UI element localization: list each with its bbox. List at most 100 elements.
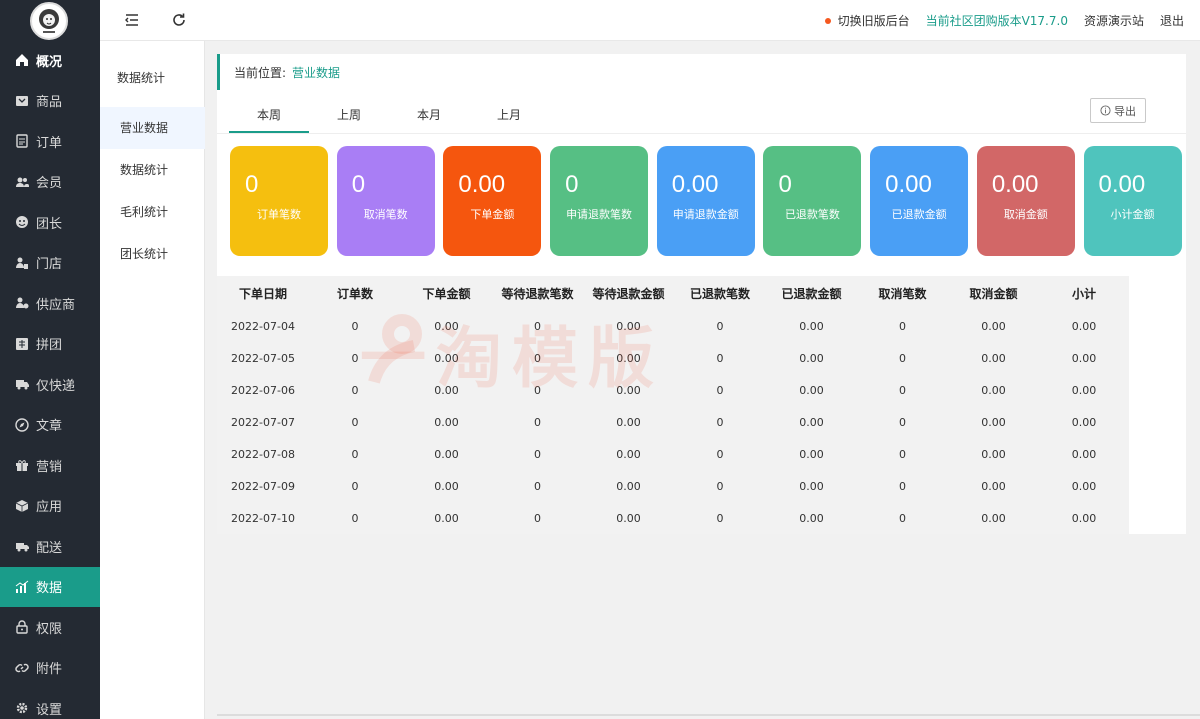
export-button[interactable]: 导出 — [1090, 98, 1146, 123]
table-cell: 0.00 — [799, 383, 824, 397]
demo-site-link[interactable]: 资源演示站 — [1084, 12, 1144, 29]
sidebar-item-5[interactable]: 门店 — [0, 243, 100, 284]
sub-nav-item-1[interactable]: 数据统计 — [100, 149, 205, 191]
table-cell: 0.00 — [434, 447, 459, 461]
sidebar-item-9[interactable]: 文章 — [0, 405, 100, 446]
tab-period-0[interactable]: 本周 — [229, 103, 309, 133]
sidebar-item-0[interactable]: 概况 — [0, 40, 100, 81]
sub-sidebar-title: 数据统计 — [117, 71, 166, 85]
table-cell: 0 — [351, 319, 359, 333]
column-header: 订单数 — [336, 286, 373, 301]
switch-old-admin-link[interactable]: 切换旧版后台 — [838, 12, 910, 29]
tab-period-3[interactable]: 上月 — [469, 103, 549, 133]
sub-nav-item-2[interactable]: 毛利统计 — [100, 191, 205, 233]
version-label[interactable]: 当前社区团购版本V17.7.0 — [926, 12, 1068, 29]
group-buy-icon — [15, 337, 29, 351]
tabs-divider — [217, 133, 1186, 134]
table-cell: 2022-07-07 — [231, 415, 295, 429]
sidebar-item-10[interactable]: 营销 — [0, 445, 100, 486]
sidebar-item-8[interactable]: 仅快递 — [0, 364, 100, 405]
sidebar-item-15[interactable]: 附件 — [0, 648, 100, 689]
table-cell: 0.00 — [1071, 511, 1097, 525]
column-header: 已退款金额 — [781, 286, 842, 301]
card-value: 0.00 — [458, 171, 506, 198]
table-cell: 0.00 — [981, 383, 1006, 397]
table-cell: 0.00 — [799, 319, 824, 333]
sidebar-item-label: 门店 — [36, 257, 63, 273]
table-row: 2022-07-06 0 0.00 0 0.00 0 0.00 0 0.00 0.00 — [217, 374, 1129, 406]
summary-card: 0.00 下单金额 — [443, 146, 542, 256]
card-label: 申请退款金额 — [672, 208, 739, 221]
sidebar-item-label: 附件 — [36, 662, 63, 678]
logout-link[interactable]: 退出 — [1160, 12, 1184, 29]
table-cell: 0.00 — [1071, 383, 1097, 397]
table-row: 2022-07-05 0 0.00 0 0.00 0 0.00 0 0.00 0.00 — [217, 342, 1129, 374]
sidebar-item-16[interactable]: 设置 — [0, 688, 100, 719]
tab-period-1[interactable]: 上周 — [309, 103, 389, 133]
card-value: 0.00 — [885, 171, 932, 198]
card-label: 已退款金额 — [891, 208, 947, 221]
sidebar-item-label: 商品 — [36, 95, 63, 111]
sidebar-item-1[interactable]: 商品 — [0, 81, 100, 122]
breadcrumb-current[interactable]: 营业数据 — [292, 64, 340, 81]
table-cell: 0 — [351, 351, 359, 365]
table-cell: 0 — [716, 383, 724, 397]
refresh-icon[interactable] — [171, 12, 187, 28]
table-cell: 0.00 — [799, 415, 824, 429]
table-cell: 0 — [716, 415, 724, 429]
sidebar-item-12[interactable]: 配送 — [0, 526, 100, 567]
table-cell: 0.00 — [616, 479, 641, 493]
sidebar-item-label: 营销 — [36, 459, 63, 475]
sidebar-item-label: 数据 — [36, 581, 63, 597]
table-body: 2022-07-04 0 0.00 0 0.00 0 0.00 0 0.00 0.00 2022-0… — [217, 310, 1129, 534]
table-cell: 0 — [899, 383, 906, 397]
sidebar-item-label: 权限 — [36, 621, 63, 637]
table-cell: 0 — [351, 415, 359, 429]
table-row: 2022-07-09 0 0.00 0 0.00 0 0.00 0 0.00 0.00 — [217, 470, 1129, 502]
sidebar-item-label: 会员 — [36, 176, 63, 192]
table-cell: 0.00 — [981, 511, 1006, 525]
sidebar-item-label: 团长 — [36, 216, 63, 232]
table-cell: 0 — [534, 415, 541, 429]
sub-nav-item-3[interactable]: 团长统计 — [100, 233, 205, 275]
table-cell: 0.00 — [434, 511, 459, 525]
collapse-menu-icon[interactable] — [124, 12, 140, 28]
sidebar-item-6[interactable]: 供应商 — [0, 283, 100, 324]
table-cell: 0.00 — [616, 351, 641, 365]
sidebar-item-label: 应用 — [36, 500, 63, 516]
card-value: 0.00 — [1098, 171, 1146, 198]
supplier-icon — [15, 296, 29, 310]
vertical-scrollbar[interactable] — [1186, 41, 1200, 719]
table-row: 2022-07-04 0 0.00 0 0.00 0 0.00 0 0.00 0.00 — [217, 310, 1129, 342]
lion-logo-icon — [39, 9, 59, 33]
table-cell: 0 — [899, 447, 906, 461]
table-cell: 0.00 — [799, 511, 824, 525]
brand-logo[interactable] — [30, 2, 68, 40]
sidebar-item-11[interactable]: 应用 — [0, 486, 100, 527]
card-label: 已退款笔数 — [784, 208, 840, 221]
card-value: 0 — [351, 171, 366, 198]
table-cell: 0.00 — [981, 447, 1006, 461]
sub-nav-item-0[interactable]: 营业数据 — [100, 107, 205, 149]
sidebar-item-4[interactable]: 团长 — [0, 202, 100, 243]
table-cell: 0 — [899, 415, 906, 429]
delivery-truck-icon — [15, 377, 29, 391]
sidebar-item-14[interactable]: 权限 — [0, 607, 100, 648]
table-cell: 2022-07-05 — [231, 351, 295, 365]
sidebar-item-7[interactable]: 拼团 — [0, 324, 100, 365]
table-cell: 0.00 — [1071, 447, 1097, 461]
card-label: 小计金额 — [1110, 208, 1155, 221]
sidebar-item-13[interactable]: 数据 — [0, 566, 100, 607]
sidebar-item-2[interactable]: 订单 — [0, 121, 100, 162]
sidebar-item-3[interactable]: 会员 — [0, 162, 100, 203]
product-icon — [15, 94, 29, 108]
summary-card: 0.00 取消金额 — [976, 146, 1075, 256]
tab-period-2[interactable]: 本月 — [389, 103, 469, 133]
table-cell: 0 — [534, 479, 541, 493]
table-cell: 0 — [351, 447, 359, 461]
table-cell: 0.00 — [981, 415, 1006, 429]
table-cell: 0.00 — [616, 383, 641, 397]
horizontal-scrollbar[interactable] — [217, 714, 1200, 716]
card-value: 0.00 — [991, 171, 1039, 198]
table-cell: 0 — [534, 383, 541, 397]
